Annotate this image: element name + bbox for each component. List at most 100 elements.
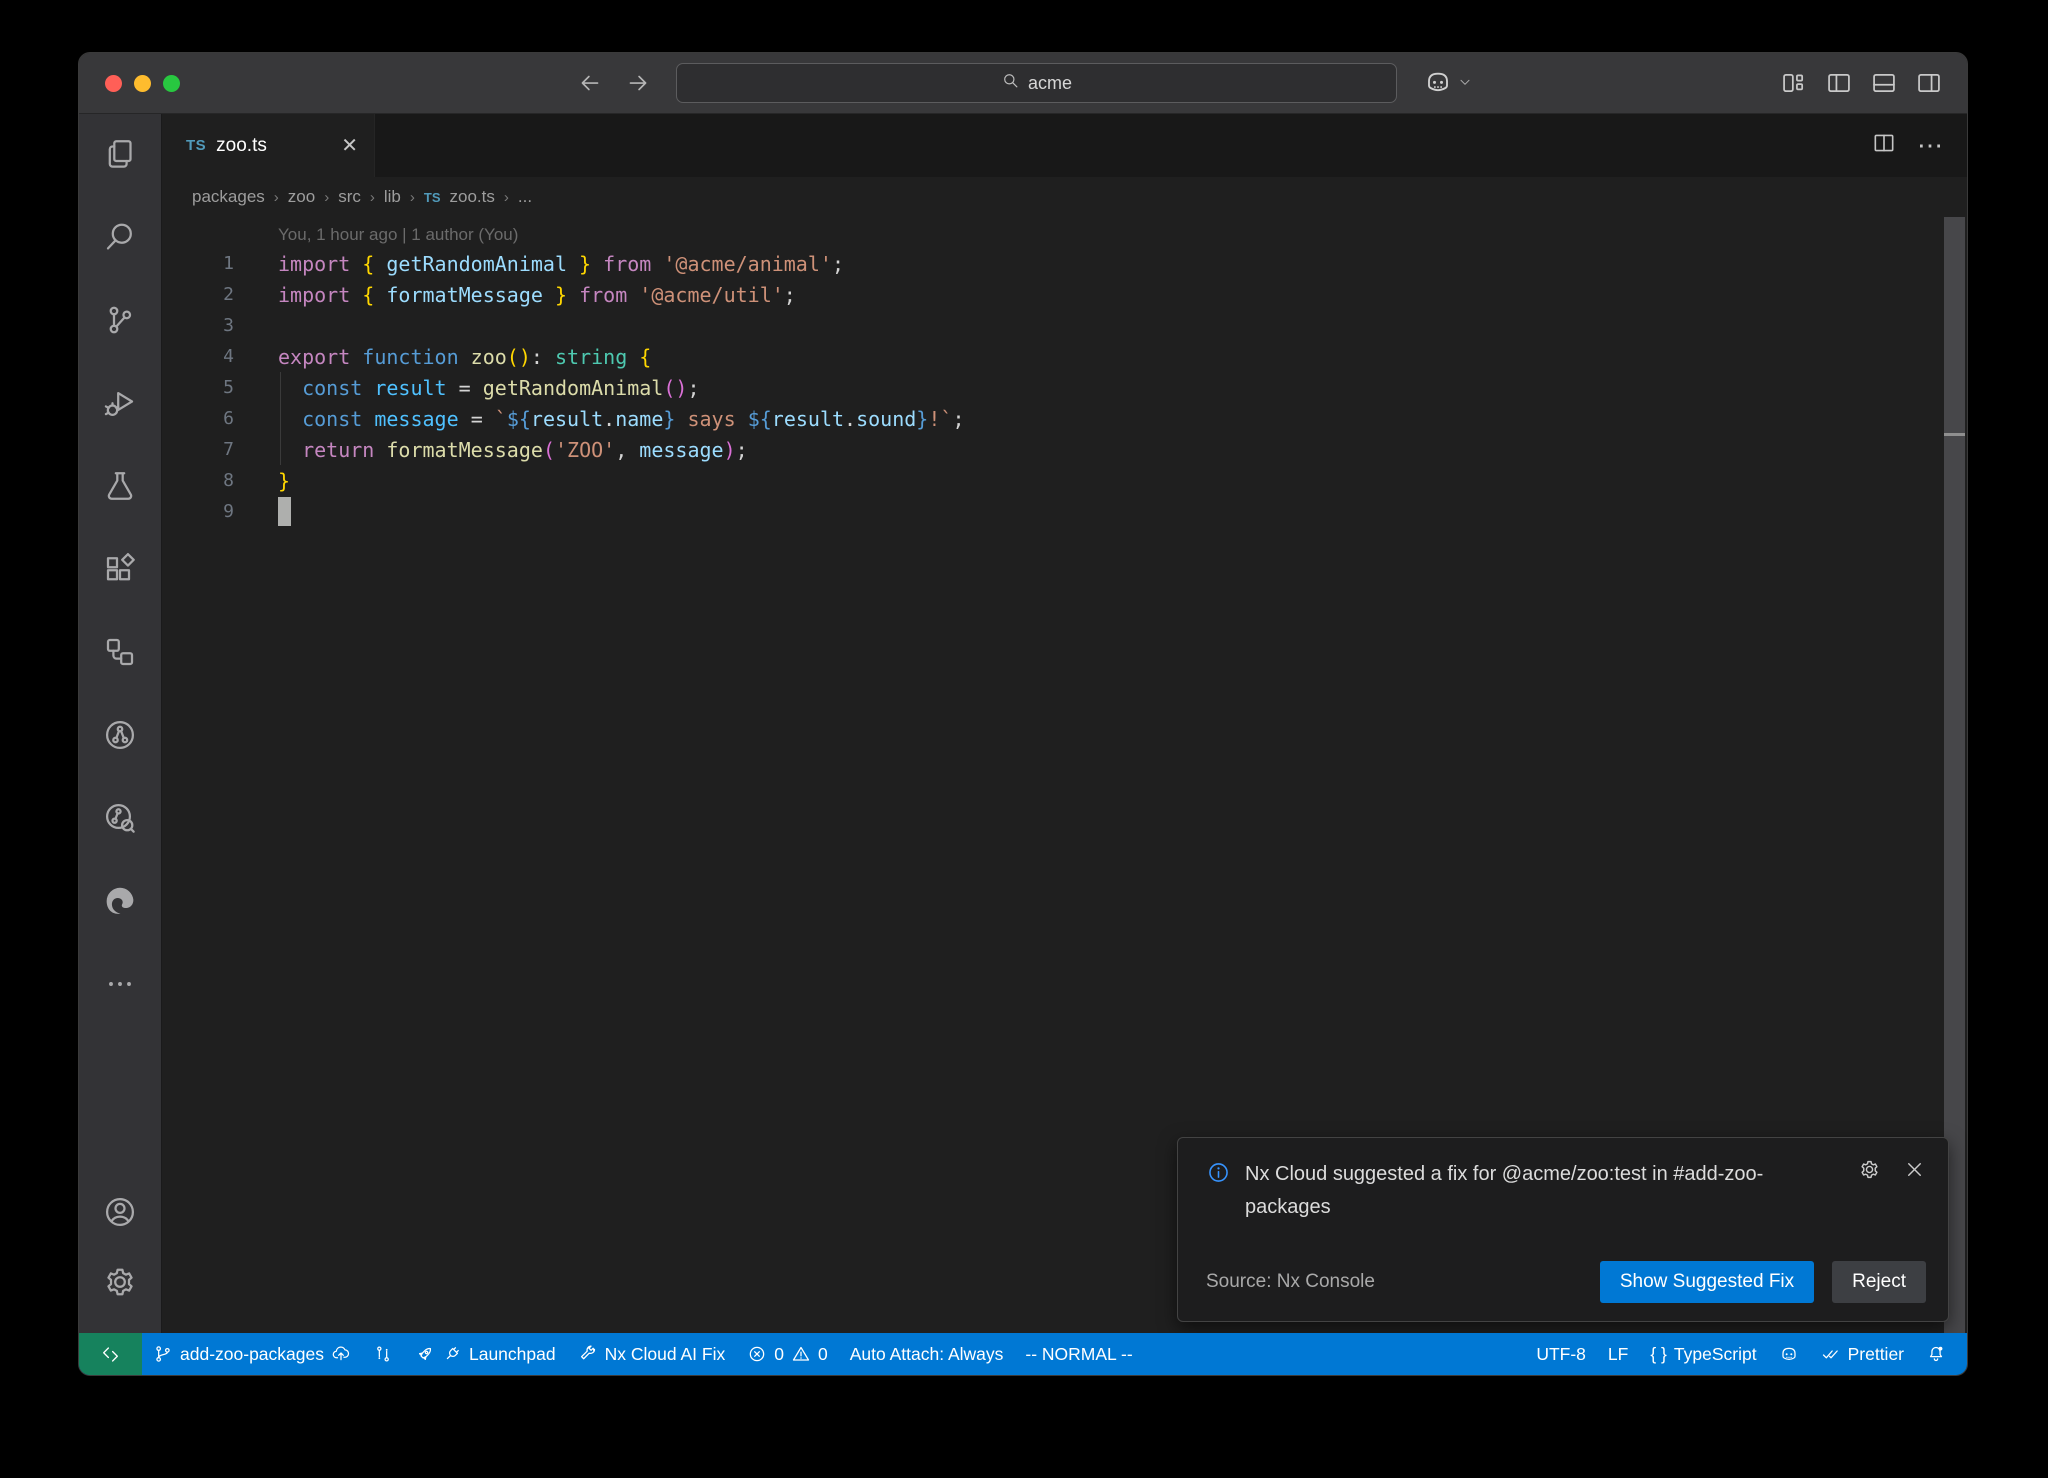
command-center-search[interactable]: acme bbox=[676, 63, 1397, 103]
customize-layout-button[interactable] bbox=[1780, 69, 1808, 102]
breadcrumb-item-lib[interactable]: lib bbox=[384, 187, 401, 207]
commit-graph-icon bbox=[373, 1344, 393, 1364]
status-eol[interactable]: LF bbox=[1597, 1333, 1639, 1375]
warning-count: 0 bbox=[818, 1344, 828, 1365]
indent-guide bbox=[280, 372, 281, 465]
title-bar: acme bbox=[79, 53, 1967, 114]
minimize-window-button[interactable] bbox=[134, 75, 151, 92]
breadcrumb-item-zoo[interactable]: zoo bbox=[288, 187, 315, 207]
code-line-8[interactable]: 8} bbox=[162, 465, 1967, 496]
reject-button[interactable]: Reject bbox=[1832, 1261, 1926, 1303]
copilot-icon bbox=[1423, 67, 1453, 102]
breadcrumb-separator-icon: › bbox=[274, 189, 279, 206]
activity-graph-search[interactable] bbox=[92, 792, 148, 848]
toggle-panel-button[interactable] bbox=[1870, 69, 1898, 102]
activity-run-debug[interactable] bbox=[92, 377, 148, 433]
account-icon bbox=[102, 1194, 138, 1235]
debug-icon bbox=[102, 385, 138, 426]
notification-toast: Nx Cloud suggested a fix for @acme/zoo:t… bbox=[1177, 1137, 1949, 1322]
notification-message: Nx Cloud suggested a fix for @acme/zoo:t… bbox=[1245, 1158, 1805, 1224]
close-tab-button[interactable]: ✕ bbox=[341, 136, 358, 156]
activity-source-control[interactable] bbox=[92, 294, 148, 350]
edge-icon bbox=[102, 883, 138, 924]
activity-edge-tools[interactable] bbox=[92, 875, 148, 931]
git-blame-annotation: You, 1 hour ago | 1 author (You) bbox=[278, 225, 518, 244]
status-language-mode[interactable]: { }TypeScript bbox=[1639, 1333, 1767, 1375]
rocket-icon bbox=[415, 1344, 435, 1364]
typescript-file-icon: TS bbox=[186, 137, 206, 154]
history-navigation bbox=[577, 67, 651, 101]
code-line-9[interactable]: 9 bbox=[162, 496, 1967, 527]
error-count: 0 bbox=[774, 1344, 784, 1365]
code-line-3[interactable]: 3 bbox=[162, 310, 1967, 341]
show-suggested-fix-button[interactable]: Show Suggested Fix bbox=[1600, 1261, 1814, 1303]
notification-close-icon[interactable] bbox=[1903, 1158, 1926, 1186]
activity-accounts[interactable] bbox=[92, 1186, 148, 1242]
status-encoding[interactable]: UTF-8 bbox=[1525, 1333, 1597, 1375]
status-remote-indicator[interactable] bbox=[79, 1333, 142, 1375]
more-actions-button[interactable]: ⋯ bbox=[1917, 130, 1945, 161]
window-controls bbox=[105, 75, 180, 92]
status-auto-attach[interactable]: Auto Attach: Always bbox=[839, 1333, 1015, 1375]
vim-mode-label: -- NORMAL -- bbox=[1025, 1344, 1132, 1365]
activity-settings[interactable] bbox=[92, 1256, 148, 1312]
maximize-window-button[interactable] bbox=[163, 75, 180, 92]
code-line-4[interactable]: 4export function zoo(): string { bbox=[162, 341, 1967, 372]
tab-label: zoo.ts bbox=[216, 135, 267, 157]
forward-arrow-icon[interactable] bbox=[625, 67, 651, 101]
activity-search[interactable] bbox=[92, 211, 148, 267]
status-git-branch[interactable]: add-zoo-packages bbox=[142, 1333, 362, 1375]
prettier-label: Prettier bbox=[1848, 1344, 1904, 1365]
toggle-secondary-sidebar-button[interactable] bbox=[1915, 69, 1943, 102]
search-icon bbox=[102, 219, 138, 260]
toggle-primary-sidebar-button[interactable] bbox=[1825, 69, 1853, 102]
breadcrumb-separator-icon: › bbox=[370, 189, 375, 206]
line-number: 6 bbox=[162, 408, 234, 429]
settings-gear-icon bbox=[102, 1264, 138, 1305]
close-window-button[interactable] bbox=[105, 75, 122, 92]
notification-settings-gear-icon[interactable] bbox=[1858, 1158, 1881, 1186]
code-line-1[interactable]: 1import { getRandomAnimal } from '@acme/… bbox=[162, 248, 1967, 279]
breadcrumb-item-src[interactable]: src bbox=[338, 187, 361, 207]
activity-testing[interactable] bbox=[92, 460, 148, 516]
editor-actions: ⋯ bbox=[1871, 114, 1967, 177]
copilot-icon bbox=[1779, 1344, 1799, 1364]
line-number: 1 bbox=[162, 253, 234, 274]
tab-bar: TS zoo.ts ✕ ⋯ bbox=[162, 114, 1967, 177]
breadcrumb-separator-icon: › bbox=[504, 189, 509, 206]
status-nx-cloud-ai-fix[interactable]: Nx Cloud AI Fix bbox=[567, 1333, 737, 1375]
status-launchpad[interactable]: Launchpad bbox=[404, 1333, 567, 1375]
breadcrumb: packages›zoo›src›lib›TSzoo.ts›... bbox=[162, 177, 1967, 217]
activity-nx-console[interactable] bbox=[92, 626, 148, 682]
graph-search-icon bbox=[102, 800, 138, 841]
encoding-label: UTF-8 bbox=[1536, 1344, 1586, 1365]
code-line-5[interactable]: 5 const result = getRandomAnimal(); bbox=[162, 372, 1967, 403]
activity-extensions[interactable] bbox=[92, 543, 148, 599]
split-editor-button[interactable] bbox=[1871, 130, 1897, 161]
status-formatter[interactable]: Prettier bbox=[1810, 1333, 1915, 1375]
search-icon bbox=[1001, 71, 1020, 95]
activity-explorer[interactable] bbox=[92, 128, 148, 184]
back-arrow-icon[interactable] bbox=[577, 67, 603, 101]
extensions-icon bbox=[102, 551, 138, 592]
status-commit-graph[interactable] bbox=[362, 1333, 404, 1375]
status-problems[interactable]: 00 bbox=[736, 1333, 838, 1375]
breadcrumb-item-packages[interactable]: packages bbox=[192, 187, 265, 207]
status-notifications[interactable] bbox=[1915, 1333, 1957, 1375]
code-line-2[interactable]: 2import { formatMessage } from '@acme/ut… bbox=[162, 279, 1967, 310]
code-line-7[interactable]: 7 return formatMessage('ZOO', message); bbox=[162, 434, 1967, 465]
breadcrumb-separator-icon: › bbox=[324, 189, 329, 206]
activity-project-graph[interactable] bbox=[92, 709, 148, 765]
activity-more[interactable] bbox=[92, 958, 148, 1014]
launchpad-label: Launchpad bbox=[469, 1344, 556, 1365]
status-copilot-status[interactable] bbox=[1768, 1333, 1810, 1375]
breadcrumb-overflow[interactable]: ... bbox=[518, 187, 532, 207]
typescript-file-icon: TS bbox=[424, 190, 441, 205]
status-vim-mode[interactable]: -- NORMAL -- bbox=[1014, 1333, 1143, 1375]
language-label: TypeScript bbox=[1674, 1344, 1757, 1365]
more-icon bbox=[102, 966, 138, 1007]
copilot-menu-button[interactable] bbox=[1423, 67, 1473, 102]
code-line-6[interactable]: 6 const message = `${result.name} says $… bbox=[162, 403, 1967, 434]
breadcrumb-item-file[interactable]: zoo.ts bbox=[450, 187, 495, 207]
tab-zoo-ts[interactable]: TS zoo.ts ✕ bbox=[162, 114, 375, 177]
